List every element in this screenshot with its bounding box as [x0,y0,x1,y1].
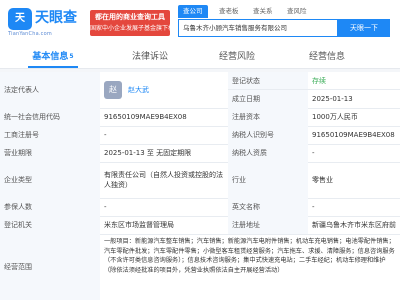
reg-authority-value: 米东区市场监督管理局 [104,221,174,229]
avatar: 赵 [104,81,122,99]
taxpayer-qual-label: 纳税人资质 [228,144,308,162]
table-row: 统一社会信用代码 91650109MAE9B4EX08 注册资本 1000万人民… [0,108,400,127]
promo-banner[interactable]: 都在用的商业查询工具 国家中小企业发展子基金旗下机构 [90,10,170,36]
search-input[interactable]: 乌鲁木齐小顾汽车销售服务有限公司 [178,19,338,37]
tab-risk[interactable]: 经营风险 [212,46,262,68]
taxpayer-id-label: 纳税人识别号 [228,126,308,144]
tab-basic-info-count: 5 [69,53,74,60]
legal-rep-value: 赵 赵大武 [100,72,228,108]
biz-term-label: 营业期限 [0,144,100,162]
taxpayer-id-value: 91650109MAE9B4EX08 [312,131,395,139]
reg-address-label: 注册地址 [228,216,308,234]
tab-basic-info-label: 基本信息 [32,52,69,62]
basic-info-table: 法定代表人 赵 赵大武 登记状态 存续 成立日期 2025-01-13 统一社会… [0,72,400,300]
reg-authority-label: 登记机关 [0,216,100,234]
biz-term-value: 2025-01-13 至 无固定期限 [104,149,192,157]
biz-reg-no-value: - [104,131,107,139]
table-row: 营业期限 2025-01-13 至 无固定期限 纳税人资质 - [0,144,400,163]
scope-value: 一般项目：新能源汽车整车销售；汽车销售；新能源汽车电附件销售；机动车充电销售；电… [104,238,395,274]
tab-basic-info[interactable]: 基本信息5 [28,46,78,68]
logo-subtitle: TianYanCha.com [8,31,52,37]
search-tab-relation[interactable]: 查关系 [248,5,278,18]
tab-legal[interactable]: 法律诉讼 [125,46,175,68]
industry-value: 零售业 [312,176,333,184]
legal-rep-label: 法定代表人 [0,72,100,108]
est-date-label: 成立日期 [228,90,308,108]
reg-capital-value: 1000万人民币 [312,113,358,121]
biz-reg-no-label: 工商注册号 [0,126,100,144]
tab-operation[interactable]: 经营信息 [302,46,352,68]
english-name-value: - [312,203,315,211]
taxpayer-qual-value: - [312,149,315,157]
company-type-label: 企业类型 [0,162,100,198]
legal-rep-name[interactable]: 赵大武 [128,85,149,95]
section-tabs: 基本信息5 法律诉讼 经营风险 经营信息 [0,46,400,69]
table-row: 经营范围 一般项目：新能源汽车整车销售；汽车销售；新能源汽车电附件销售；机动车充… [0,234,400,300]
reg-capital-label: 注册资本 [228,108,308,126]
logo-icon: 天 [8,8,32,30]
table-row: 工商注册号 - 纳税人识别号 91650109MAE9B4EX08 [0,126,400,145]
english-name-label: 英文名称 [228,198,308,216]
table-row: 企业类型 有限责任公司（自然人投资或控股的法人独资） 行业 零售业 [0,162,400,199]
search-tab-risk[interactable]: 查风险 [282,5,312,18]
promo-line-1: 都在用的商业查询工具 [95,13,165,21]
search-tab-company[interactable]: 查公司 [178,5,208,18]
search-tab-boss[interactable]: 查老板 [214,5,244,18]
reg-status-value: 存续 [308,72,400,90]
company-type-value: 有限责任公司（自然人投资或控股的法人独资） [104,171,223,189]
search-button[interactable]: 天眼一下 [338,19,390,37]
active-tab-indicator [28,66,78,68]
insured-value: - [104,203,107,211]
reg-status-label: 登记状态 [228,72,308,90]
site-logo[interactable]: 天 天眼查 TianYanCha.com [8,8,82,38]
insured-label: 参保人数 [0,198,100,216]
table-row: 登记机关 米东区市场监督管理局 注册地址 新疆乌鲁木齐市米东区府前 [0,216,400,235]
credit-code-label: 统一社会信用代码 [0,108,100,126]
site-header: 天 天眼查 TianYanCha.com 都在用的商业查询工具 国家中小企业发展… [0,0,400,47]
table-row: 法定代表人 赵 赵大武 登记状态 存续 成立日期 2025-01-13 [0,72,400,109]
credit-code-value: 91650109MAE9B4EX08 [104,113,187,121]
table-row: 参保人数 - 英文名称 - [0,198,400,217]
promo-line-2: 国家中小企业发展子基金旗下机构 [90,25,170,32]
logo-text: 天眼查 [35,10,77,26]
est-date-value: 2025-01-13 [312,95,353,103]
industry-label: 行业 [228,162,308,198]
scope-label: 经营范围 [0,234,100,300]
reg-address-value: 新疆乌鲁木齐市米东区府前 [312,221,396,229]
